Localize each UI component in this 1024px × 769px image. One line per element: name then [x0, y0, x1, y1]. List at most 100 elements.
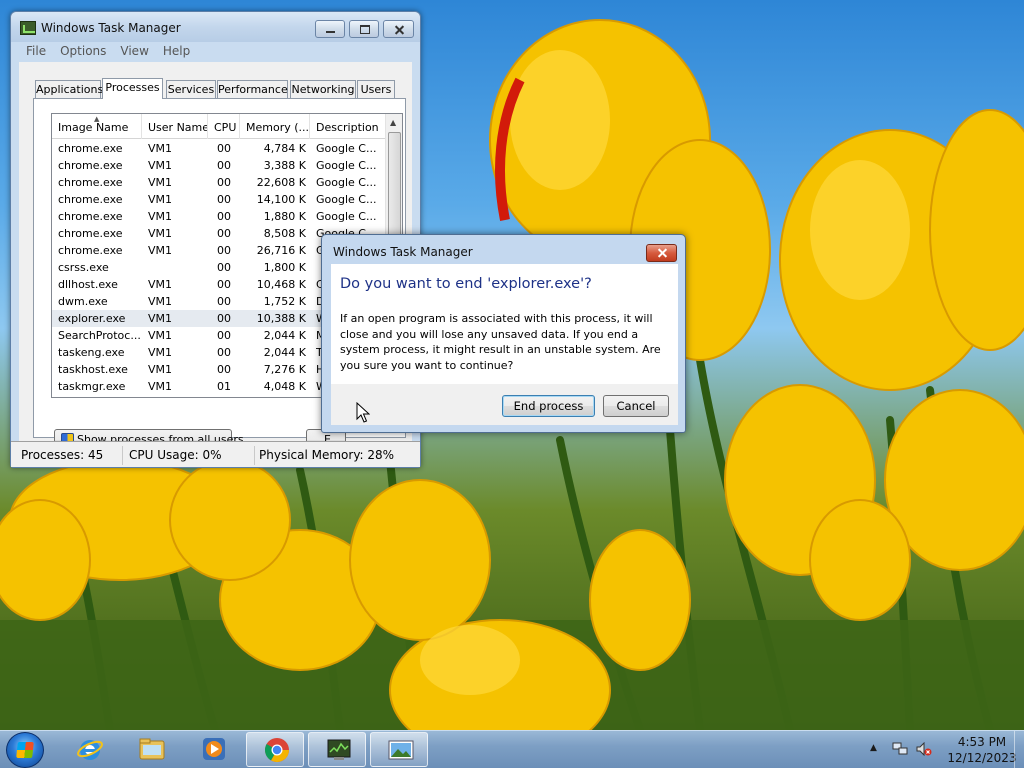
status-processes: Processes: 45	[13, 446, 123, 465]
network-icon[interactable]	[892, 742, 908, 756]
process-cpu: 00	[217, 278, 231, 291]
process-memory: 2,044 K	[263, 329, 306, 342]
menu-help[interactable]: Help	[156, 42, 197, 61]
process-user-name: VM1	[148, 159, 173, 172]
windows-explorer-icon	[139, 738, 165, 760]
process-user-name: VM1	[148, 210, 173, 223]
process-memory: 3,388 K	[263, 159, 306, 172]
taskbar-windows-explorer[interactable]	[122, 732, 180, 767]
volume-muted-icon[interactable]	[916, 742, 932, 756]
column-memory[interactable]: Memory (...	[240, 114, 310, 139]
process-image-name: csrss.exe	[58, 261, 109, 274]
menu-view[interactable]: View	[113, 42, 155, 61]
dialog-heading: Do you want to end 'explorer.exe'?	[340, 276, 592, 292]
menu-bar: File Options View Help	[11, 42, 420, 61]
process-memory: 4,048 K	[263, 380, 306, 393]
process-user-name: VM1	[148, 295, 173, 308]
process-user-name: VM1	[148, 278, 173, 291]
process-image-name: explorer.exe	[58, 312, 126, 325]
process-user-name: VM1	[148, 380, 173, 393]
minimize-button[interactable]	[315, 20, 345, 38]
menu-file[interactable]: File	[19, 42, 53, 61]
process-memory: 1,800 K	[263, 261, 306, 274]
process-user-name: VM1	[148, 193, 173, 206]
process-user-name: VM1	[148, 312, 173, 325]
clock-date[interactable]: 12/12/2023	[944, 751, 1020, 765]
task-manager-icon	[20, 21, 36, 35]
table-row[interactable]: chrome.exe VM1 00 14,100 K Google C...	[52, 191, 386, 208]
process-memory: 14,100 K	[256, 193, 306, 206]
process-memory: 4,784 K	[263, 142, 306, 155]
process-cpu: 00	[217, 346, 231, 359]
process-image-name: taskeng.exe	[58, 346, 125, 359]
scrollbar-thumb[interactable]	[388, 132, 401, 250]
process-image-name: SearchProtoc...	[58, 329, 141, 342]
show-hidden-icons-icon[interactable]: ▲	[870, 743, 877, 753]
dialog-title: Windows Task Manager	[333, 245, 473, 259]
process-description: Google C...	[316, 210, 377, 223]
taskbar-picture-viewer[interactable]	[370, 732, 428, 767]
dialog-close-button[interactable]	[646, 244, 677, 262]
table-row[interactable]: chrome.exe VM1 00 1,880 K Google C...	[52, 208, 386, 225]
table-row[interactable]: chrome.exe VM1 00 4,784 K Google C...	[52, 140, 386, 157]
close-button[interactable]	[383, 20, 414, 38]
process-cpu: 00	[217, 159, 231, 172]
process-cpu: 00	[217, 295, 231, 308]
process-description: Google C...	[316, 193, 377, 206]
process-memory: 7,276 K	[263, 363, 306, 376]
clock-time[interactable]: 4:53 PM	[952, 735, 1012, 749]
column-user-name[interactable]: User Name	[142, 114, 208, 139]
taskbar-internet-explorer[interactable]	[60, 732, 118, 767]
process-cpu: 00	[217, 244, 231, 257]
end-process-confirm-button[interactable]: End process	[502, 395, 595, 417]
process-cpu: 00	[217, 329, 231, 342]
taskbar: ▲ 4:53 PM 12/12/2023	[0, 730, 1024, 769]
process-cpu: 00	[217, 176, 231, 189]
sort-ascending-icon: ▲	[94, 115, 100, 123]
taskbar-task-manager[interactable]	[308, 732, 366, 767]
process-memory: 10,468 K	[256, 278, 306, 291]
taskbar-media-player[interactable]	[184, 732, 242, 767]
taskbar-chrome[interactable]	[246, 732, 304, 767]
column-description[interactable]: Description	[310, 114, 386, 139]
process-user-name: VM1	[148, 176, 173, 189]
menu-options[interactable]: Options	[53, 42, 113, 61]
end-process-dialog: Windows Task Manager Do you want to end …	[321, 234, 686, 433]
table-row[interactable]: chrome.exe VM1 00 22,608 K Google C...	[52, 174, 386, 191]
start-button[interactable]	[6, 732, 44, 768]
dialog-content: Do you want to end 'explorer.exe'? If an…	[331, 264, 678, 384]
process-image-name: chrome.exe	[58, 244, 123, 257]
process-image-name: taskmgr.exe	[58, 380, 126, 393]
process-image-name: chrome.exe	[58, 176, 123, 189]
column-cpu[interactable]: CPU	[208, 114, 240, 139]
process-memory: 22,608 K	[256, 176, 306, 189]
cancel-button[interactable]: Cancel	[603, 395, 669, 417]
picture-viewer-icon	[388, 740, 414, 760]
table-row[interactable]: chrome.exe VM1 00 3,388 K Google C...	[52, 157, 386, 174]
column-image-name[interactable]: ▲ Image Name	[52, 114, 142, 139]
show-desktop-button[interactable]	[1014, 731, 1024, 769]
process-image-name: dwm.exe	[58, 295, 108, 308]
process-description: Google C...	[316, 142, 377, 155]
status-physical-memory: Physical Memory: 28%	[259, 448, 395, 462]
process-description: Google C...	[316, 159, 377, 172]
internet-explorer-icon	[77, 740, 103, 760]
process-cpu: 00	[217, 363, 231, 376]
scroll-up-icon[interactable]: ▲	[390, 118, 396, 127]
process-image-name: chrome.exe	[58, 210, 123, 223]
process-cpu: 01	[217, 380, 231, 393]
title-bar[interactable]: Windows Task Manager	[11, 12, 420, 42]
dialog-title-bar[interactable]: Windows Task Manager	[322, 235, 685, 263]
window-title: Windows Task Manager	[41, 21, 181, 35]
tab-services[interactable]: Services	[166, 80, 216, 99]
process-image-name: dllhost.exe	[58, 278, 118, 291]
tab-networking[interactable]: Networking	[290, 80, 356, 99]
dialog-footer: End process Cancel	[331, 384, 678, 425]
tab-applications[interactable]: Applications	[35, 80, 103, 99]
tab-performance[interactable]: Performance	[217, 80, 288, 99]
tab-users[interactable]: Users	[357, 80, 395, 99]
maximize-button[interactable]	[349, 20, 379, 38]
process-memory: 8,508 K	[263, 227, 306, 240]
process-image-name: chrome.exe	[58, 159, 123, 172]
tab-processes[interactable]: Processes	[102, 78, 163, 99]
